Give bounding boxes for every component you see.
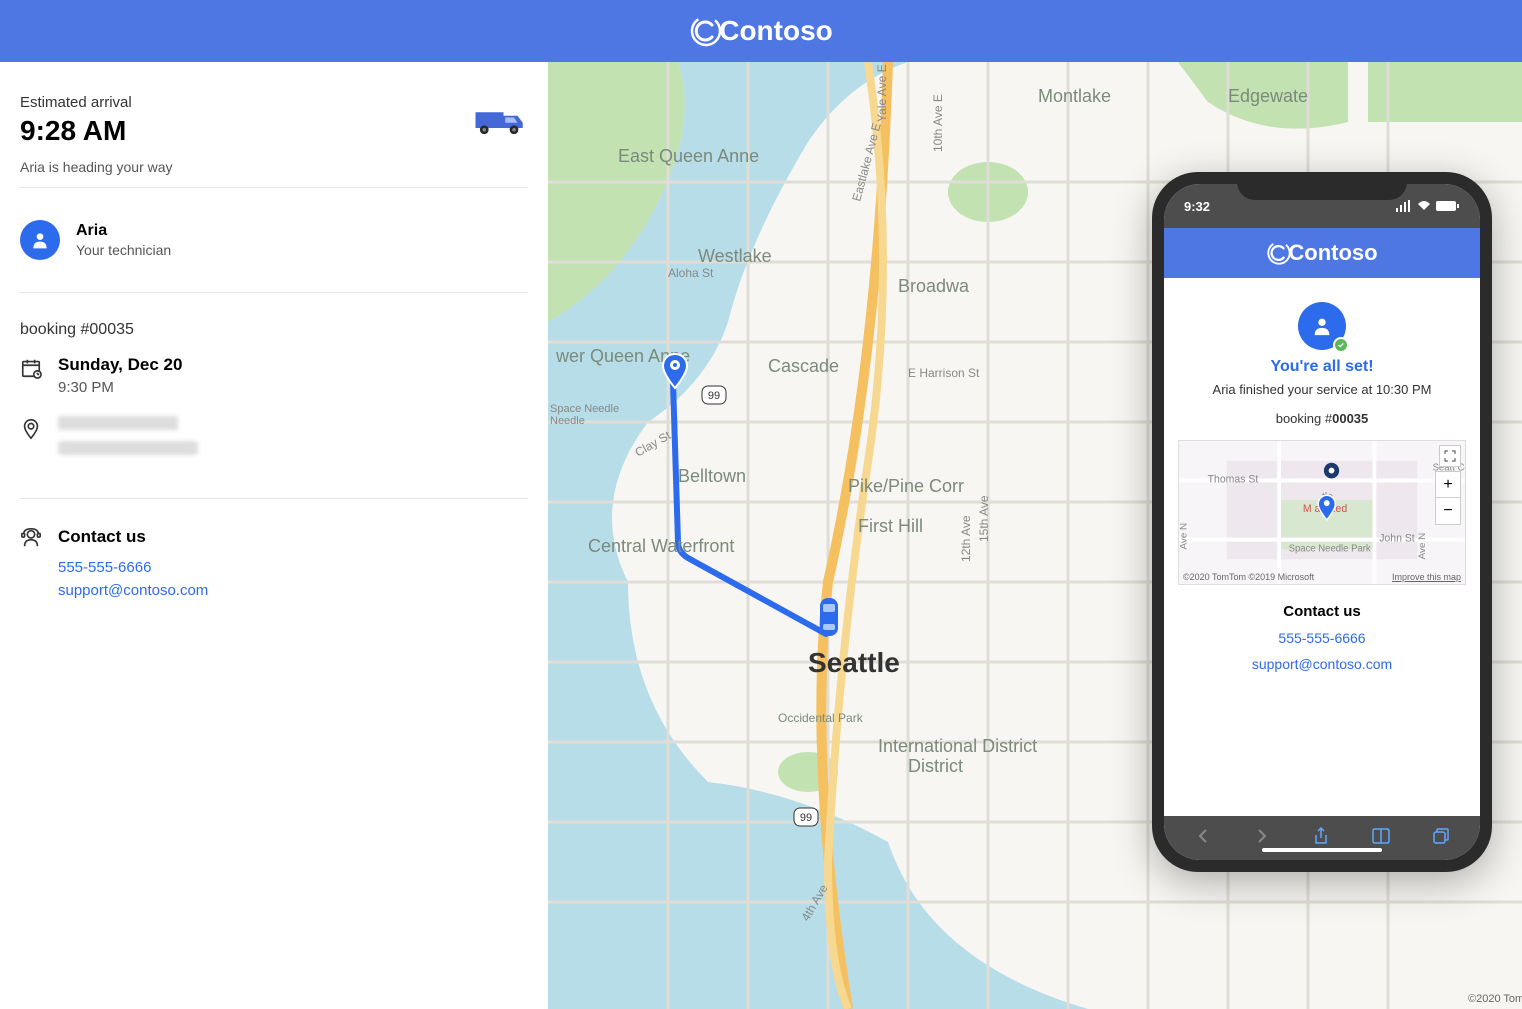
brand-text: Contoso	[719, 15, 833, 47]
map-label: Broadwa	[898, 276, 970, 296]
map-street: 10th Ave E	[931, 94, 945, 152]
svg-text:Ave N: Ave N	[1179, 523, 1190, 550]
phone-map-improve-link[interactable]: Improve this map	[1392, 572, 1461, 582]
calendar-icon	[20, 357, 42, 379]
map-label: Cascade	[768, 356, 839, 376]
tabs-icon[interactable]	[1432, 827, 1450, 850]
map-label: International District	[878, 736, 1037, 756]
map-label: District	[908, 756, 963, 776]
map-street: Aloha St	[668, 266, 714, 280]
technician-name: Aria	[76, 222, 171, 240]
status-text: Aria is heading your way	[20, 159, 528, 175]
technician-avatar-icon	[20, 220, 60, 260]
app-header: Contoso	[0, 0, 1522, 62]
map-label: Pike/Pine Corr	[848, 476, 964, 496]
contact-section: Contact us 555-555-6666 support@contoso.…	[20, 499, 528, 617]
phone-map-canvas: Thomas St John St Ave N Ave N tle M ail …	[1179, 441, 1465, 584]
zoom-out-button[interactable]: −	[1436, 498, 1460, 524]
eta-section: Estimated arrival 9:28 AM Aria is headin…	[20, 82, 528, 188]
map-street: Space Needle	[550, 403, 619, 415]
phone-notch	[1237, 172, 1407, 200]
phone-contact-phone-link[interactable]: 555-555-6666	[1178, 630, 1466, 646]
svg-text:Thomas St: Thomas St	[1208, 473, 1259, 485]
map-street: 15th Ave	[977, 495, 991, 542]
booking-label: booking #00035	[20, 321, 528, 339]
phone-map-attribution: ©2020 TomTom ©2019 Microsoft	[1183, 572, 1314, 582]
address-redacted	[58, 416, 198, 466]
booking-time: 9:30 PM	[58, 379, 182, 396]
phone-status-time: 9:32	[1184, 199, 1210, 214]
map-city-label: Seattle	[808, 647, 900, 678]
map-label: Occidental Park	[778, 711, 864, 725]
logo-icon	[689, 14, 723, 48]
map-area[interactable]: East Queen Anne wer Queen Anne Westlake …	[548, 62, 1522, 1009]
map-expand-button[interactable]	[1439, 445, 1461, 467]
vehicle-marker-icon	[814, 592, 844, 642]
back-icon[interactable]	[1194, 827, 1212, 850]
svg-text:99: 99	[800, 812, 812, 824]
delivery-van-icon	[472, 105, 528, 137]
map-street: Yale Ave E	[875, 64, 889, 122]
zoom-in-button[interactable]: +	[1436, 472, 1460, 498]
phone-confirmation-title: You're all set!	[1178, 358, 1466, 376]
map-label: Edgewate	[1228, 86, 1308, 106]
map-label: Westlake	[698, 246, 772, 266]
phone-brand-logo: Contoso	[1266, 240, 1377, 266]
highway-shield: 99	[794, 808, 818, 826]
phone-status-icons	[1396, 200, 1460, 212]
map-attribution: ©2020 Tom	[1468, 993, 1522, 1005]
phone-body: You're all set! Aria finished your servi…	[1164, 278, 1480, 702]
map-street: 12th Ave	[959, 515, 973, 562]
svg-text:99: 99	[708, 390, 720, 402]
phone-browser-toolbar	[1164, 816, 1480, 860]
phone-contact-title: Contact us	[1178, 603, 1466, 620]
brand-logo: Contoso	[689, 14, 833, 48]
check-badge-icon	[1333, 337, 1349, 353]
svg-text:John St: John St	[1379, 532, 1415, 544]
eta-label: Estimated arrival	[20, 94, 132, 111]
location-pin-icon	[20, 418, 42, 440]
technician-section: Aria Your technician	[20, 188, 528, 293]
map-street: E Harrison St	[908, 366, 980, 380]
phone-finished-text: Aria finished your service at 10:30 PM	[1178, 382, 1466, 397]
map-zoom-control: + −	[1435, 471, 1461, 525]
map-label: East Queen Anne	[618, 146, 759, 166]
signal-icon	[1396, 200, 1412, 212]
support-headset-icon	[20, 527, 42, 549]
phone-mockup: 9:32 Contoso	[1152, 172, 1492, 872]
battery-icon	[1436, 200, 1460, 212]
svg-text:Ave N: Ave N	[1417, 533, 1428, 560]
map-label: First Hill	[858, 516, 923, 536]
contact-email-link[interactable]: support@contoso.com	[58, 582, 528, 599]
phone-screen: 9:32 Contoso	[1164, 184, 1480, 860]
contact-phone-link[interactable]: 555-555-6666	[58, 559, 528, 576]
phone-mini-map[interactable]: Thomas St John St Ave N Ave N tle M ail …	[1178, 440, 1466, 585]
svg-text:Space Needle Park: Space Needle Park	[1289, 543, 1371, 554]
map-label: Montlake	[1038, 86, 1111, 106]
destination-pin-icon	[660, 352, 690, 390]
phone-contact-email-link[interactable]: support@contoso.com	[1178, 656, 1466, 672]
map-label: Belltown	[678, 466, 746, 486]
sidebar-panel: Estimated arrival 9:28 AM Aria is headin…	[0, 62, 548, 1009]
map-label: Central Waterfront	[588, 536, 734, 556]
phone-header: Contoso	[1164, 228, 1480, 278]
map-street: Needle	[550, 415, 585, 427]
booking-date: Sunday, Dec 20	[58, 355, 182, 375]
wifi-icon	[1416, 200, 1432, 212]
highway-shield: 99	[702, 386, 726, 404]
eta-time: 9:28 AM	[20, 115, 132, 147]
phone-avatar-icon	[1298, 302, 1346, 350]
bookmarks-icon[interactable]	[1371, 827, 1391, 850]
technician-role: Your technician	[76, 242, 171, 258]
forward-icon[interactable]	[1253, 827, 1271, 850]
booking-section: booking #00035 Sunday, Dec 20 9:30 PM	[20, 293, 528, 499]
phone-booking-label: booking #00035	[1178, 411, 1466, 426]
contact-title: Contact us	[58, 527, 146, 547]
phone-home-indicator	[1262, 848, 1382, 852]
share-icon[interactable]	[1312, 827, 1330, 850]
